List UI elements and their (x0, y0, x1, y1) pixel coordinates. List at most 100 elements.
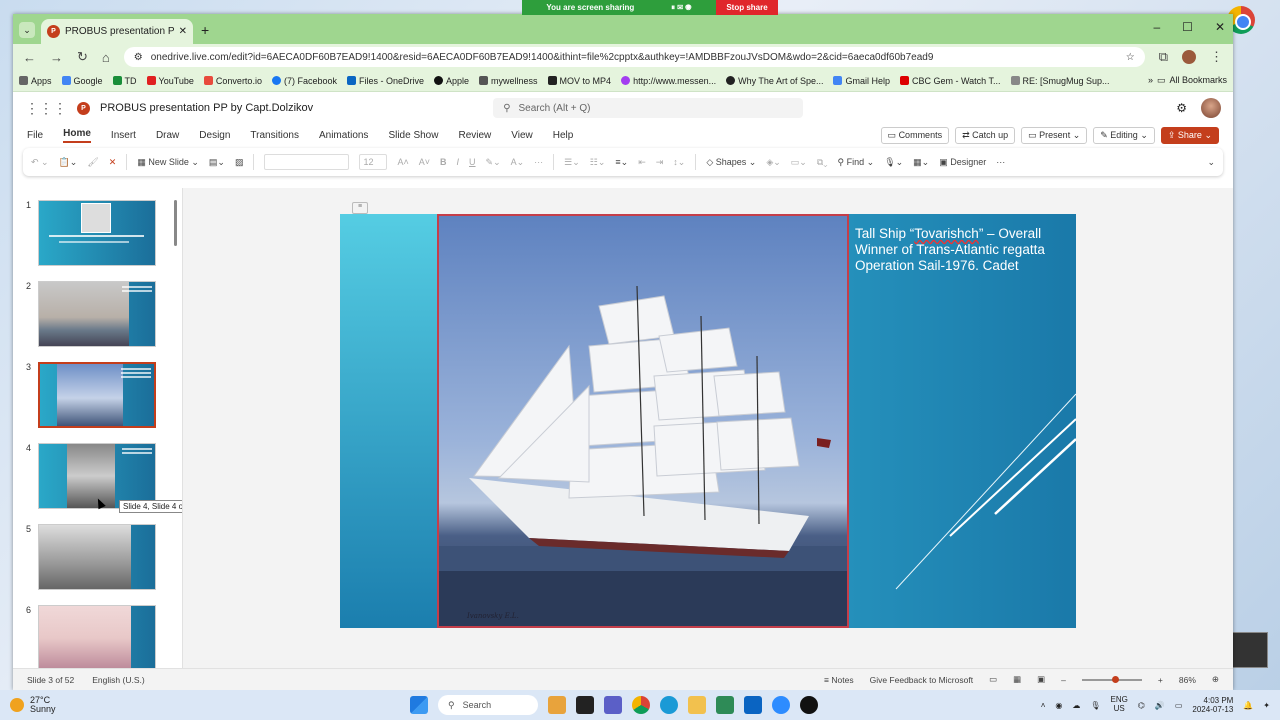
menu-draw[interactable]: Draw (156, 130, 179, 141)
align-icon[interactable]: ≡⌄ (615, 157, 628, 168)
reload-icon[interactable]: ↻ (77, 49, 88, 65)
site-info-icon[interactable]: ⚙ (134, 52, 143, 63)
thumbnail-row[interactable]: 1 (13, 200, 178, 268)
menu-design[interactable]: Design (199, 130, 230, 141)
taskbar-search[interactable]: ⚲ Search (438, 695, 538, 715)
zoom-level[interactable]: 86% (1179, 675, 1196, 685)
notes-toggle-icon[interactable]: ≡ (352, 202, 368, 214)
browser-menu-icon[interactable]: ⋮ (1210, 49, 1223, 65)
collapse-ribbon-icon[interactable]: ⌄ (1207, 157, 1215, 168)
highlight-icon[interactable]: ✎⌄ (486, 157, 501, 168)
font-size-select[interactable]: 12 (359, 154, 388, 170)
increase-indent-icon[interactable]: ⇥ (656, 157, 664, 168)
bookmark-item[interactable]: TD (112, 76, 137, 86)
clock[interactable]: 4:03 PM 2024-07-13 (1192, 696, 1233, 714)
menu-animations[interactable]: Animations (319, 130, 368, 141)
current-slide[interactable]: Ivanovsky E.L. Tall Ship “Tovarishch” – … (340, 214, 1076, 628)
comments-button[interactable]: ▭ Comments (880, 126, 950, 144)
format-painter-icon[interactable]: 🖌 (87, 157, 98, 168)
mic-icon[interactable]: 🎙 (1090, 701, 1100, 710)
slide-thumbnail[interactable] (38, 200, 156, 266)
bookmark-item[interactable]: Gmail Help (833, 76, 890, 86)
tab-search-icon[interactable]: ⌄ (19, 22, 35, 38)
bookmark-item[interactable]: RE: [SmugMug Sup... (1010, 76, 1110, 86)
menu-transitions[interactable]: Transitions (250, 130, 299, 141)
menu-review[interactable]: Review (458, 130, 491, 141)
document-title[interactable]: PROBUS presentation PP by Capt.Dolzikov (100, 102, 313, 114)
menu-file[interactable]: File (27, 130, 43, 141)
windows-start-icon[interactable] (410, 696, 428, 714)
slide-caption[interactable]: Tall Ship “Tovarishch” – Overall Winner … (855, 226, 1070, 275)
stop-share-button[interactable]: Stop share (716, 0, 778, 15)
new-tab-icon[interactable]: + (201, 22, 209, 38)
layout-icon[interactable]: ▤⌄ (209, 157, 225, 168)
menu-view[interactable]: View (511, 130, 533, 141)
shape-outline-icon[interactable]: ▭⌄ (791, 157, 807, 168)
bookmark-item[interactable]: (7) Facebook (271, 76, 337, 86)
fit-slide-icon[interactable]: ⊕ (1212, 674, 1219, 685)
copilot-icon[interactable]: ✦ (1263, 701, 1270, 710)
home-icon[interactable]: ⌂ (102, 50, 110, 65)
battery-icon[interactable]: ▭ (1175, 701, 1183, 710)
paste-icon[interactable]: 📋⌄ (59, 157, 78, 168)
address-bar[interactable]: ⚙ onedrive.live.com/edit?id=6AECA0DF60B7… (123, 47, 1145, 67)
notification-bell-icon[interactable]: 🔔 (1243, 701, 1253, 710)
shape-fill-icon[interactable]: ◈⌄ (766, 157, 780, 168)
chrome-taskbar-icon[interactable] (632, 696, 650, 714)
new-slide-button[interactable]: ▦ New Slide ⌄ (137, 157, 199, 168)
zoom-slider[interactable] (1081, 675, 1142, 683)
search-input[interactable]: ⚲ Search (Alt + Q) (493, 98, 804, 118)
browser-tab[interactable]: P PROBUS presentation PP by Ca ✕ (41, 19, 193, 44)
bookmark-item[interactable]: Apps (19, 76, 52, 86)
folder-icon[interactable] (688, 696, 706, 714)
feedback-link[interactable]: Give Feedback to Microsoft (870, 675, 973, 685)
shapes-button[interactable]: ◇ Shapes ⌄ (706, 157, 756, 168)
thumbnail-row[interactable]: 6 (13, 605, 178, 668)
minimize-icon[interactable]: – (1153, 20, 1160, 34)
thumbnail-row[interactable]: 5 (13, 524, 178, 592)
more-options-icon[interactable]: ··· (996, 157, 1005, 167)
reading-view-icon[interactable]: ▣ (1037, 674, 1045, 685)
menu-insert[interactable]: Insert (111, 130, 136, 141)
weather-widget[interactable]: 27°C Sunny (10, 695, 56, 715)
reuse-slides-icon[interactable]: ▨ (235, 157, 244, 168)
shrink-font-icon[interactable]: A˅ (419, 157, 430, 167)
zoom-app-icon[interactable] (772, 696, 790, 714)
present-button[interactable]: ▭ Present ⌄ (1021, 126, 1088, 144)
dictate-icon[interactable]: 🎙⌄ (884, 157, 903, 168)
bookmark-item[interactable]: Apple (434, 76, 469, 86)
menu-home[interactable]: Home (63, 128, 91, 143)
mini-preview-window[interactable] (1232, 632, 1268, 668)
sorter-view-icon[interactable]: ▦ (1013, 674, 1021, 685)
file-explorer-icon[interactable] (548, 696, 566, 714)
bookmark-item[interactable]: http://www.messen... (621, 76, 716, 86)
normal-view-icon[interactable]: ▭ (989, 674, 997, 685)
edge-icon[interactable] (660, 696, 678, 714)
addins-icon[interactable]: ▦⌄ (913, 157, 929, 168)
font-family-select[interactable] (264, 154, 350, 170)
menu-help[interactable]: Help (553, 130, 574, 141)
italic-icon[interactable]: I (457, 157, 460, 167)
teams-icon[interactable] (604, 696, 622, 714)
slide-thumbnail[interactable] (38, 605, 156, 668)
outlook-icon[interactable] (744, 696, 762, 714)
back-icon[interactable]: ← (23, 50, 36, 65)
forward-icon[interactable]: → (50, 50, 63, 65)
slide-thumbnail-selected[interactable] (38, 362, 156, 428)
numbering-icon[interactable]: ☷⌄ (590, 157, 606, 168)
app-launcher-icon[interactable]: ⋮⋮⋮ (25, 100, 67, 117)
thumbnail-scrollbar[interactable] (174, 200, 177, 246)
chatgpt-icon[interactable] (716, 696, 734, 714)
decrease-indent-icon[interactable]: ⇤ (638, 157, 646, 168)
bookmark-item[interactable]: MOV to MP4 (547, 76, 611, 86)
notes-button[interactable]: ≡ Notes (824, 675, 854, 685)
grow-font-icon[interactable]: A˄ (397, 157, 408, 167)
close-tab-icon[interactable]: ✕ (179, 26, 187, 37)
language-indicator[interactable]: ENG US (1111, 695, 1128, 714)
delete-icon[interactable]: ✕ (109, 157, 117, 168)
zoom-out-icon[interactable]: – (1061, 675, 1066, 685)
bookmark-item[interactable]: Google (61, 76, 103, 86)
all-bookmarks[interactable]: » ▭ All Bookmarks (1148, 75, 1227, 86)
catch-up-button[interactable]: ⇄ Catch up (955, 126, 1016, 144)
volume-icon[interactable]: 🔊 (1155, 701, 1165, 710)
